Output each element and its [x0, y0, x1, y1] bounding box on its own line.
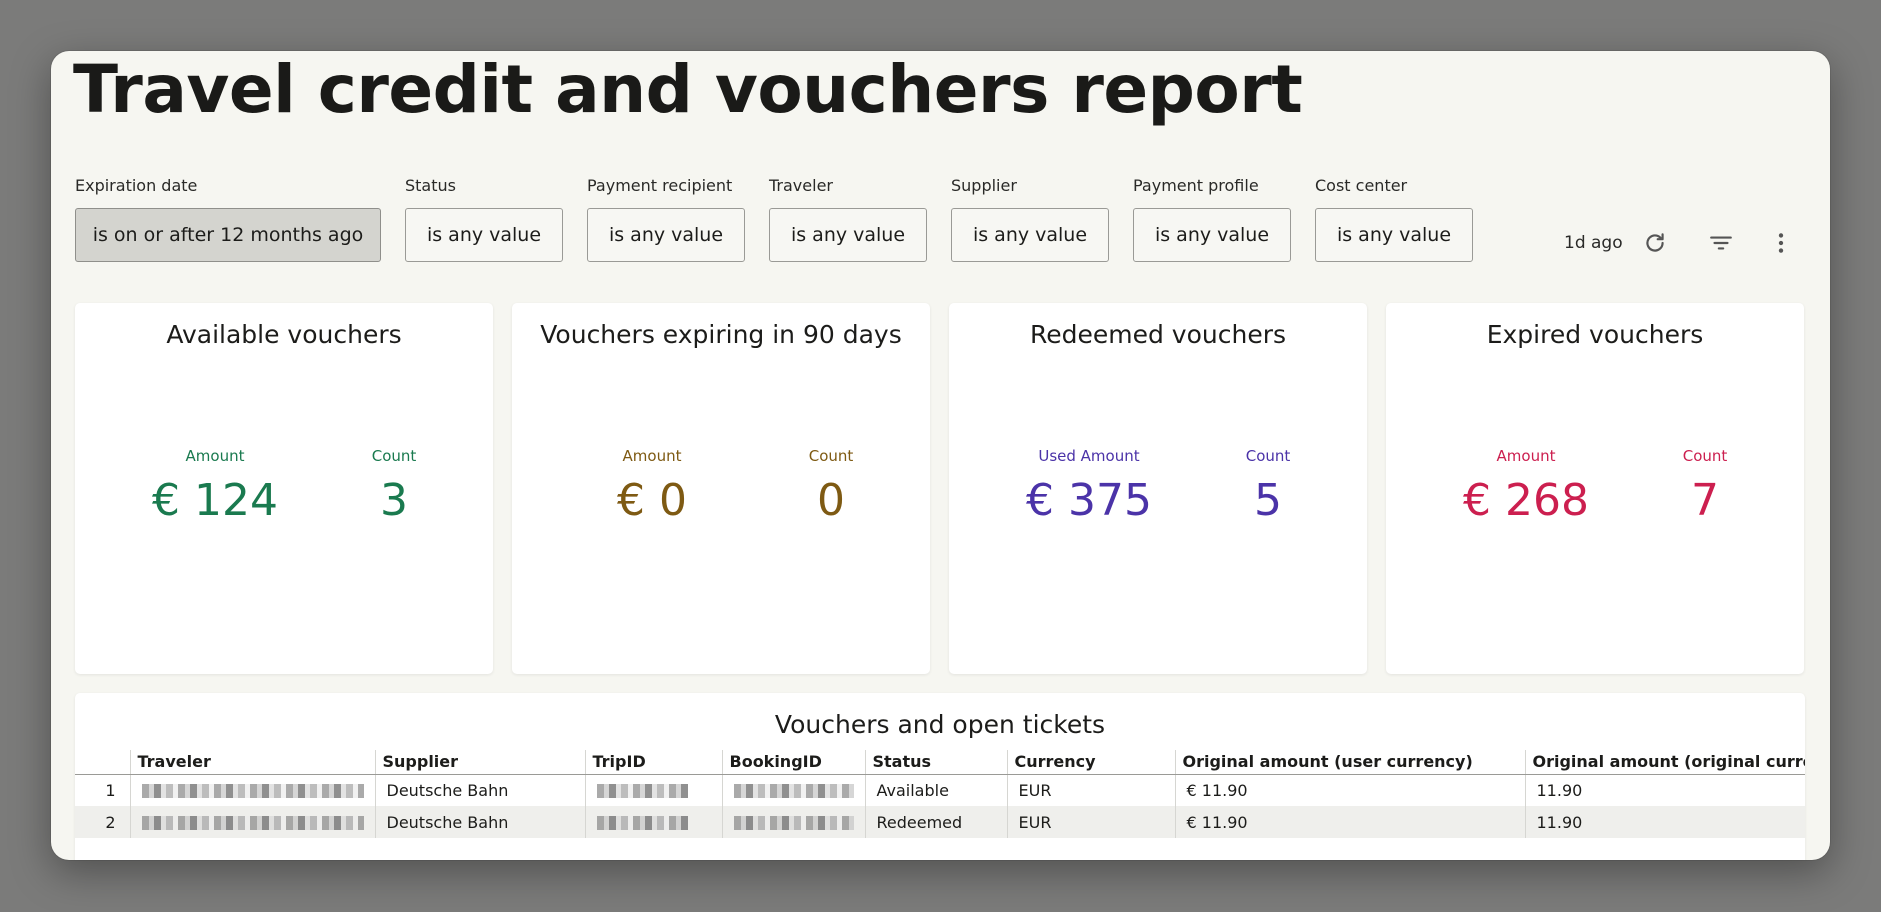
redacted-block [596, 784, 688, 799]
traveler-cell-redacted [130, 774, 376, 806]
amount-user-cell: € 11.90 [1175, 806, 1526, 838]
row-number: 1 [75, 774, 131, 806]
row-number: 2 [75, 806, 131, 838]
card-title: Expired vouchers [1486, 320, 1704, 349]
metric-amount: Amount € 268 [1446, 447, 1606, 526]
traveler-cell-redacted [130, 806, 376, 838]
column-header-bookingid[interactable]: BookingID [722, 750, 866, 775]
filter-traveler: Traveler is any value [769, 176, 927, 262]
refresh-icon[interactable] [1635, 223, 1675, 263]
card-available-vouchers: Available vouchers Amount € 124 Count 3 [75, 303, 493, 674]
page-title: Travel credit and vouchers report [73, 51, 1303, 128]
column-header-status[interactable]: Status [865, 750, 1008, 775]
redacted-block [733, 784, 854, 799]
filter-label: Cost center [1315, 176, 1408, 195]
card-title: Available vouchers [166, 320, 402, 349]
filter-label: Expiration date [75, 176, 198, 195]
metric-label: Count [371, 447, 417, 465]
filter-supplier: Supplier is any value [951, 176, 1109, 262]
redacted-block [733, 816, 854, 830]
amount-user-cell: € 11.90 [1175, 774, 1526, 806]
card-title: Vouchers expiring in 90 days [540, 320, 902, 349]
metric-used-amount: Used Amount € 375 [1009, 447, 1169, 526]
column-header-traveler[interactable]: Traveler [130, 750, 376, 775]
metric-value: € 375 [1026, 475, 1152, 526]
filter-label: Payment profile [1133, 176, 1259, 195]
tripid-cell-redacted [585, 806, 723, 838]
filter-expiration-date-button[interactable]: is on or after 12 months ago [75, 208, 381, 262]
column-header-supplier[interactable]: Supplier [375, 750, 586, 775]
supplier-cell: Deutsche Bahn [375, 774, 586, 806]
vouchers-table: Traveler Supplier TripID BookingID Statu… [75, 750, 1805, 838]
metric-label: Amount [185, 447, 245, 465]
metric-value: 0 [817, 475, 845, 526]
metric-value: € 124 [152, 475, 278, 526]
redacted-block [596, 816, 688, 830]
status-cell: Available [865, 774, 1008, 806]
currency-cell: EUR [1007, 774, 1176, 806]
metric-amount: Amount € 124 [135, 447, 295, 526]
metric-label: Used Amount [1038, 447, 1140, 465]
column-header-amount-user[interactable]: Original amount (user currency) [1175, 750, 1526, 775]
last-refresh-time: 1d ago [1564, 233, 1623, 253]
filter-status-button[interactable]: is any value [405, 208, 563, 262]
card-title: Redeemed vouchers [1029, 320, 1287, 349]
tripid-cell-redacted [585, 774, 723, 806]
metric-count: Count 0 [751, 447, 911, 526]
metric-label: Count [1682, 447, 1728, 465]
bookingid-cell-redacted [722, 774, 866, 806]
filter-payment-recipient-button[interactable]: is any value [587, 208, 745, 262]
metric-amount: Amount € 0 [572, 447, 732, 526]
column-header-currency[interactable]: Currency [1007, 750, 1176, 775]
table-row[interactable]: 1 Deutsche Bahn Available EUR € 11.90 11… [75, 774, 1805, 806]
metric-count: Count 5 [1188, 447, 1348, 526]
column-header-rownum [75, 750, 131, 775]
filter-payment-recipient: Payment recipient is any value [587, 176, 745, 262]
filter-cost-center-button[interactable]: is any value [1315, 208, 1473, 262]
filter-status: Status is any value [405, 176, 563, 262]
table-header-row: Traveler Supplier TripID BookingID Statu… [75, 750, 1805, 775]
metric-count: Count 7 [1625, 447, 1785, 526]
metric-value: 7 [1691, 475, 1719, 526]
filter-icon[interactable] [1701, 223, 1741, 263]
metric-label: Amount [1496, 447, 1556, 465]
bookingid-cell-redacted [722, 806, 866, 838]
filter-supplier-button[interactable]: is any value [951, 208, 1109, 262]
filter-payment-profile: Payment profile is any value [1133, 176, 1291, 262]
filter-traveler-button[interactable]: is any value [769, 208, 927, 262]
currency-cell: EUR [1007, 806, 1176, 838]
report-window: Travel credit and vouchers report Expira… [51, 51, 1830, 860]
filter-expiration-date: Expiration date is on or after 12 months… [75, 176, 381, 262]
metric-label: Count [1245, 447, 1291, 465]
metric-value: € 0 [617, 475, 687, 526]
status-cell: Redeemed [865, 806, 1008, 838]
card-vouchers-expiring: Vouchers expiring in 90 days Amount € 0 … [512, 303, 930, 674]
amount-original-cell: 11.90 [1525, 806, 1805, 838]
dashboard-toolbar: 1d ago [1564, 221, 1801, 265]
metric-value: 3 [380, 475, 408, 526]
vouchers-table-panel: Vouchers and open tickets Traveler Suppl… [75, 693, 1805, 860]
filter-label: Payment recipient [587, 176, 733, 195]
metric-label: Amount [622, 447, 682, 465]
card-redeemed-vouchers: Redeemed vouchers Used Amount € 375 Coun… [949, 303, 1367, 674]
filter-label: Supplier [951, 176, 1017, 195]
metric-value: 5 [1254, 475, 1282, 526]
metric-value: € 268 [1463, 475, 1589, 526]
amount-original-cell: 11.90 [1536, 780, 1583, 800]
filter-payment-profile-button[interactable]: is any value [1133, 208, 1291, 262]
filter-label: Traveler [769, 176, 833, 195]
redacted-block [141, 816, 364, 830]
column-header-amount-original[interactable]: Original amount (original currency) [1525, 750, 1805, 775]
filter-label: Status [405, 176, 456, 195]
redacted-block [141, 784, 364, 799]
metric-label: Count [808, 447, 854, 465]
column-header-tripid[interactable]: TripID [585, 750, 723, 775]
card-expired-vouchers: Expired vouchers Amount € 268 Count 7 [1386, 303, 1804, 674]
more-vertical-icon[interactable] [1761, 223, 1801, 263]
supplier-cell: Deutsche Bahn [375, 806, 586, 838]
table-row[interactable]: 2 Deutsche Bahn Redeemed EUR € 11.90 11.… [75, 806, 1805, 838]
metric-count: Count 3 [314, 447, 474, 526]
table-title: Vouchers and open tickets [774, 710, 1106, 739]
filter-cost-center: Cost center is any value [1315, 176, 1473, 262]
